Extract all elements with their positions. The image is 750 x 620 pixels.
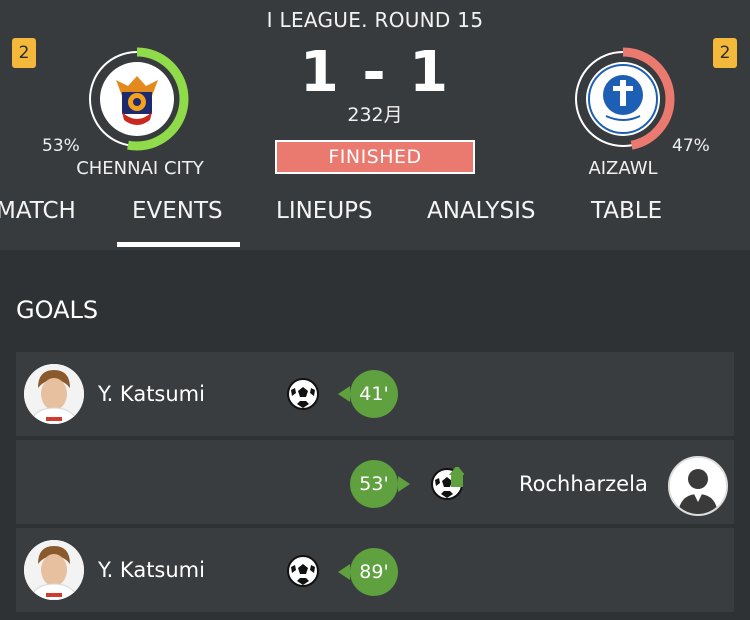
goal-scorer-name[interactable]: Y. Katsumi (98, 558, 205, 582)
away-team-name[interactable]: AIZAWL (543, 158, 703, 179)
goal-scorer-name[interactable]: Rochharzela (519, 472, 648, 496)
league-round-title: I LEAGUE. ROUND 15 (266, 8, 484, 32)
away-possession: 47% (672, 136, 710, 156)
goals-section-title: GOALS (16, 296, 99, 324)
away-possession-ring[interactable] (570, 46, 676, 152)
player-photo-icon (24, 540, 84, 600)
aizawl-crest (586, 62, 660, 136)
goal-minute-bubble: 53' (350, 460, 398, 508)
match-status-badge: FINISHED (275, 140, 475, 174)
goal-event-row[interactable]: 53' Rochharzela (16, 440, 734, 524)
match-header: I LEAGUE. ROUND 15 2 53% CHENNAI CITY 1 … (0, 0, 750, 250)
minute-pointer (338, 564, 350, 580)
active-tab-indicator (117, 242, 240, 247)
football-icon (287, 555, 319, 587)
player-avatar-placeholder (668, 456, 728, 516)
goal-event-row[interactable]: Y. Katsumi 89' (16, 528, 734, 612)
goal-scorer-name[interactable]: Y. Katsumi (98, 382, 205, 406)
aizawl-crest-icon (588, 64, 658, 134)
tab-events[interactable]: EVENTS (132, 198, 223, 224)
home-team-name[interactable]: CHENNAI CITY (60, 158, 220, 179)
goal-minute-bubble: 41' (350, 370, 398, 418)
tab-analysis[interactable]: ANALYSIS (427, 198, 535, 224)
player-avatar (24, 364, 84, 424)
player-avatar (24, 540, 84, 600)
player-silhouette-icon (670, 458, 726, 514)
home-possession: 53% (42, 136, 80, 156)
away-badge-count: 2 (713, 38, 737, 68)
minute-pointer (338, 386, 350, 402)
goal-event-row[interactable]: Y. Katsumi 41' (16, 352, 734, 436)
goal-minute-bubble: 89' (350, 548, 398, 596)
tab-table[interactable]: TABLE (591, 198, 662, 224)
tab-lineups[interactable]: LINEUPS (276, 198, 373, 224)
minute-pointer (398, 476, 410, 492)
player-photo-icon (24, 364, 84, 424)
football-assist-icon (431, 467, 464, 500)
tab-match[interactable]: MATCH (0, 198, 76, 224)
football-icon (287, 378, 319, 410)
